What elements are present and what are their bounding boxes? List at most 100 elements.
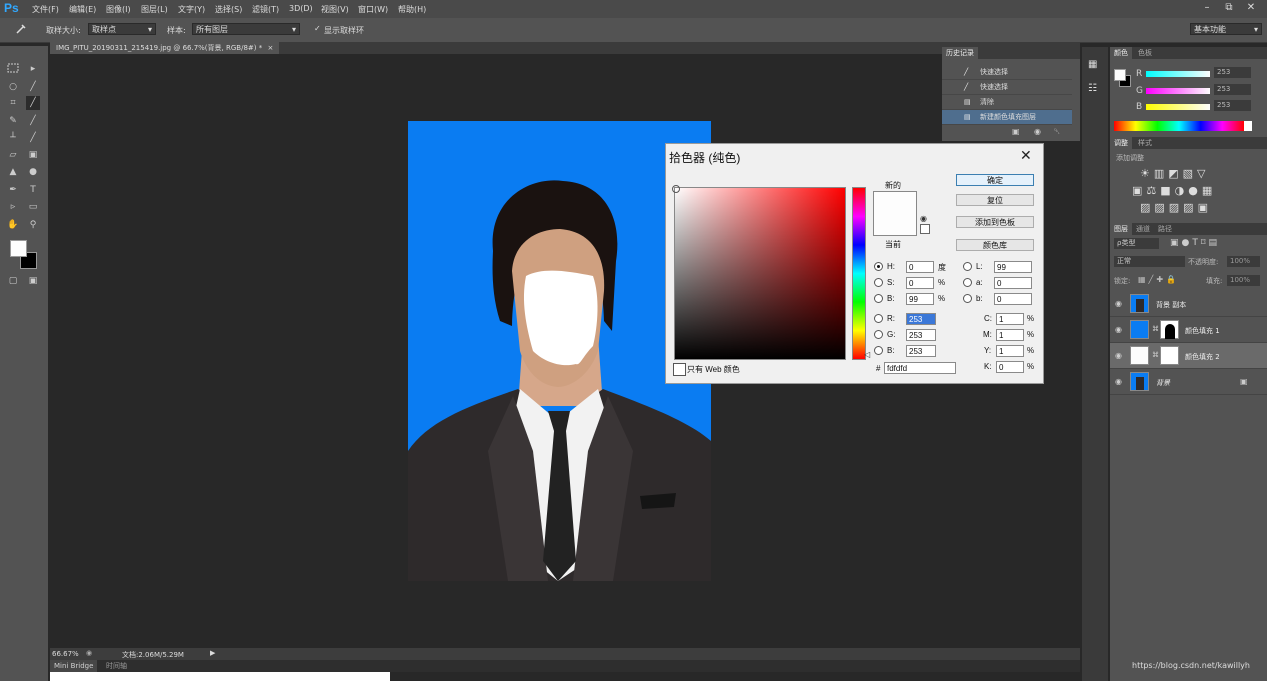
hue-slider[interactable] (852, 187, 866, 360)
dodge-tool-icon[interactable]: ● (26, 165, 40, 179)
gradient-tool-icon[interactable]: ▣ (26, 148, 40, 162)
opacity-value[interactable]: 100% (1227, 256, 1260, 267)
adjustment-icons-row-3[interactable]: ▨▨▨▨▣ (1140, 201, 1212, 214)
history-panel-icon[interactable]: ▦ (1088, 59, 1097, 70)
workspace-dropdown[interactable]: 基本功能 (1190, 23, 1262, 36)
radio-rgb-b[interactable] (874, 346, 883, 355)
saturation-brightness-field[interactable] (672, 185, 846, 360)
radio-h[interactable] (874, 262, 883, 271)
fill-value[interactable]: 100% (1227, 275, 1260, 286)
rgb-b-input[interactable]: 253 (906, 345, 936, 357)
camera-icon[interactable]: ◉ (1034, 127, 1041, 136)
eye-icon[interactable]: ◉ (1115, 351, 1122, 360)
quick-mask-icon[interactable]: ▢ (6, 274, 20, 288)
lab-b-input[interactable]: 0 (994, 293, 1032, 305)
shape-tool-icon[interactable]: ▭ (26, 200, 40, 214)
tab-adjustments[interactable]: 调整 (1110, 137, 1132, 149)
reset-button[interactable]: 复位 (956, 194, 1034, 206)
eraser-tool-icon[interactable]: ▱ (6, 148, 20, 162)
channel-r-value[interactable]: 253 (1214, 67, 1251, 78)
healing-tool-icon[interactable]: ✎ (6, 114, 20, 128)
quick-select-tool-icon[interactable]: ╱ (26, 80, 40, 94)
add-to-swatches-button[interactable]: 添加到色板 (956, 216, 1034, 228)
adjustment-icons-row-2[interactable]: ▣⚖■◑●▦ (1132, 184, 1216, 197)
layer-filter-dropdown[interactable]: ρ类型 (1114, 238, 1159, 249)
radio-r[interactable] (874, 314, 883, 323)
menu-3d[interactable]: 3D(D) (289, 4, 313, 13)
radio-a[interactable] (963, 278, 972, 287)
layer-row[interactable]: ◉ ⌘ 颜色填充 1 (1110, 317, 1267, 343)
ok-button[interactable]: 确定 (956, 174, 1034, 186)
blend-mode-dropdown[interactable]: 正常 (1114, 256, 1185, 267)
zoom-tool-icon[interactable]: ⚲ (26, 218, 40, 232)
menu-view[interactable]: 视图(V) (321, 4, 349, 15)
eye-icon[interactable]: ◉ (1115, 299, 1122, 308)
tab-channels[interactable]: 通道 (1132, 223, 1154, 235)
radio-s[interactable] (874, 278, 883, 287)
color-ramp-white[interactable] (1244, 121, 1252, 131)
close-window-button[interactable]: ✕ (1240, 1, 1262, 15)
web-colors-checkbox[interactable] (673, 363, 686, 376)
a-input[interactable]: 0 (994, 277, 1032, 289)
screen-mode-icon[interactable]: ▣ (26, 274, 40, 288)
c-input[interactable]: 1 (996, 313, 1024, 325)
r-input[interactable]: 253 (906, 313, 936, 325)
slider-r[interactable] (1146, 71, 1210, 77)
menu-file[interactable]: 文件(F) (32, 4, 59, 15)
minimize-button[interactable]: – (1196, 1, 1218, 15)
history-item[interactable]: ╱ 快速选择 (942, 65, 1072, 80)
dialog-close-icon[interactable]: ✕ (1020, 147, 1032, 164)
menu-layer[interactable]: 图层(L) (141, 4, 168, 15)
move-tool-icon[interactable]: ▸ (26, 62, 40, 76)
menu-help[interactable]: 帮助(H) (398, 4, 426, 15)
stamp-tool-icon[interactable]: ┴ (6, 131, 20, 145)
layer-row[interactable]: ◉ 背景 副本 (1110, 291, 1267, 317)
channel-b-value[interactable]: 253 (1214, 100, 1251, 111)
slider-b[interactable] (1146, 104, 1210, 110)
trash-icon[interactable]: ␡ (1054, 127, 1060, 137)
menu-select[interactable]: 选择(S) (215, 4, 242, 15)
radio-b[interactable] (874, 294, 883, 303)
history-item[interactable]: ▤ 清除 (942, 95, 1072, 110)
radio-g[interactable] (874, 330, 883, 339)
y-input[interactable]: 1 (996, 345, 1024, 357)
color-fg-swatch[interactable] (1114, 69, 1126, 81)
l-input[interactable]: 99 (994, 261, 1032, 273)
tab-paths[interactable]: 路径 (1154, 223, 1176, 235)
lasso-tool-icon[interactable]: ○ (6, 80, 20, 94)
foreground-color-swatch[interactable] (10, 240, 27, 257)
zoom-level[interactable]: 66.67% (52, 650, 79, 658)
k-input[interactable]: 0 (996, 361, 1024, 373)
layer-row-selected[interactable]: ◉ ⌘ 颜色填充 2 (1110, 343, 1267, 369)
history-item[interactable]: ╱ 快速选择 (942, 80, 1072, 95)
slider-g[interactable] (1146, 88, 1210, 94)
tab-swatches[interactable]: 色板 (1134, 47, 1156, 59)
restore-button[interactable]: ⧉ (1218, 1, 1240, 15)
g-input[interactable]: 253 (906, 329, 936, 341)
tab-styles[interactable]: 样式 (1134, 137, 1156, 149)
menu-type[interactable]: 文字(Y) (178, 4, 205, 15)
status-info-icon[interactable]: ◉ (86, 649, 92, 657)
path-select-tool-icon[interactable]: ▹ (6, 200, 20, 214)
eye-icon[interactable]: ◉ (1115, 377, 1122, 386)
radio-lab-b[interactable] (963, 294, 972, 303)
layer-row[interactable]: ◉ 背景 ▣ (1110, 369, 1267, 395)
document-tab-close[interactable]: × (267, 44, 273, 52)
m-input[interactable]: 1 (996, 329, 1024, 341)
blur-tool-icon[interactable]: ▲ (6, 165, 20, 179)
hue-slider-handle-icon[interactable]: ◁ (864, 350, 870, 359)
sample-dropdown[interactable]: 所有图层 (192, 23, 300, 36)
color-libraries-button[interactable]: 颜色库 (956, 239, 1034, 251)
pen-tool-icon[interactable]: ✒ (6, 183, 20, 197)
tab-mini-bridge[interactable]: Mini Bridge (50, 660, 98, 672)
sample-size-dropdown[interactable]: 取样点 (88, 23, 156, 36)
eye-icon[interactable]: ◉ (1115, 325, 1122, 334)
type-tool-icon[interactable]: T (26, 183, 40, 197)
history-item-selected[interactable]: ▤ 新建颜色填充图层 (942, 110, 1072, 125)
marquee-tool-icon[interactable] (6, 62, 20, 76)
tab-color[interactable]: 颜色 (1110, 47, 1132, 59)
status-menu-arrow-icon[interactable]: ▶ (210, 649, 215, 657)
color-ramp[interactable] (1114, 121, 1244, 131)
history-brush-tool-icon[interactable]: ╱ (26, 131, 40, 145)
layer-filter-icons[interactable]: ▣●T⌑▤ (1170, 238, 1220, 248)
